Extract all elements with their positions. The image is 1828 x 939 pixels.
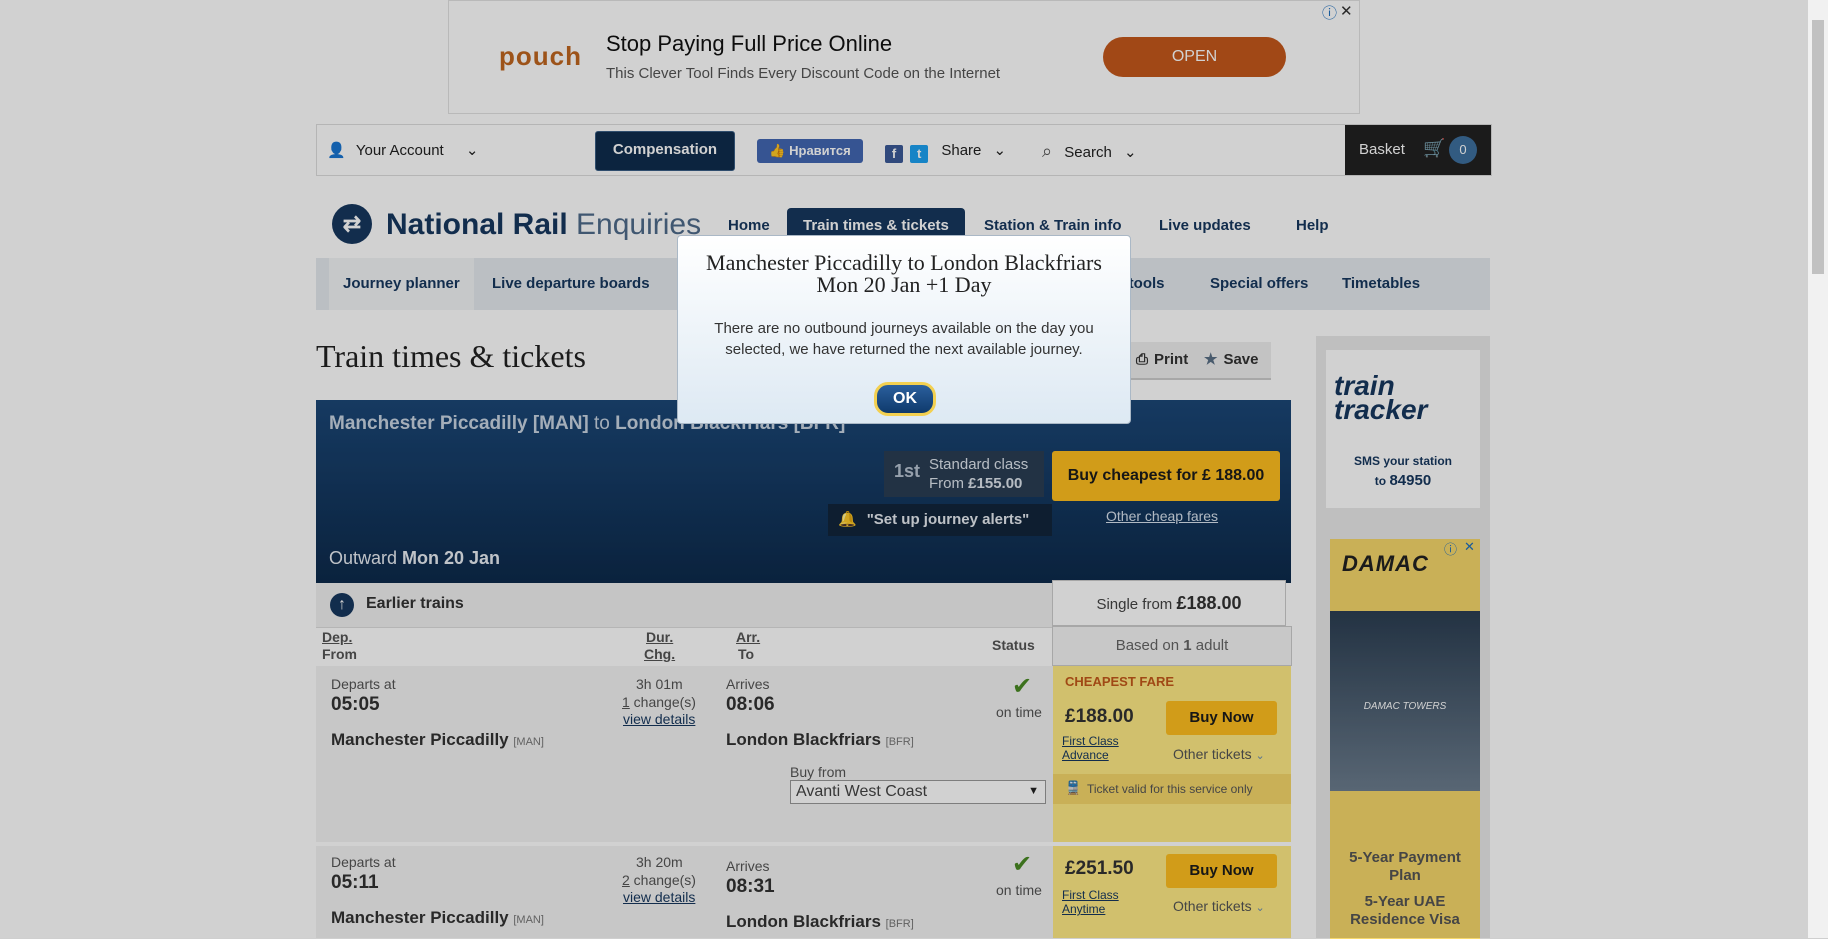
scrollbar[interactable] [1808, 0, 1828, 938]
modal-backdrop[interactable] [0, 0, 1808, 938]
dialog-title: Manchester Piccadilly to London Blackfri… [706, 250, 1102, 297]
ok-button[interactable]: OK [874, 382, 936, 416]
no-journeys-dialog: Manchester Piccadilly to London Blackfri… [677, 235, 1131, 424]
scrollbar-thumb[interactable] [1812, 20, 1824, 274]
dialog-message: There are no outbound journeys available… [714, 320, 1094, 358]
